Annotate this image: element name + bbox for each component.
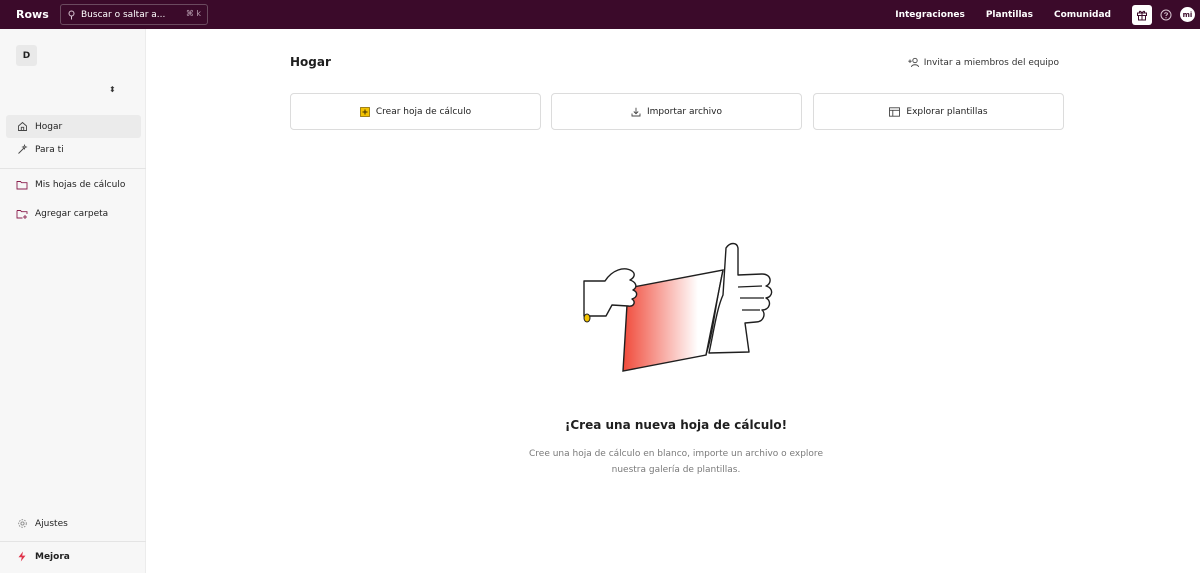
sidebar: D ⬍ Hogar Para ti Mis hojas de cálculo A…: [0, 29, 146, 573]
nav-link-templates[interactable]: Plantillas: [986, 10, 1033, 20]
sidebar-item-add-folder[interactable]: Agregar carpeta: [6, 202, 141, 225]
sidebar-item-label: Agregar carpeta: [35, 208, 109, 219]
top-bar: Rows Buscar o saltar a... ⌘ k Integracio…: [0, 0, 1200, 29]
template-icon: [889, 106, 901, 117]
magic-wand-icon: [12, 144, 32, 155]
upgrade-button[interactable]: Mejora: [6, 545, 141, 568]
empty-state-illustration: [583, 242, 773, 372]
action-label: Crear hoja de cálculo: [375, 106, 472, 117]
sidebar-item-label: Para ti: [35, 144, 64, 155]
nav-link-community[interactable]: Comunidad: [1054, 10, 1111, 20]
sidebar-item-home[interactable]: Hogar: [6, 115, 141, 138]
folder-icon: [12, 180, 32, 190]
sidebar-item-settings[interactable]: Ajustes: [6, 512, 141, 535]
search-shortcut: ⌘ k: [185, 9, 201, 18]
sidebar-item-label: Mis hojas de cálculo: [35, 179, 126, 190]
invite-members-button[interactable]: Invitar a miembros del equipo: [908, 57, 1059, 68]
sidebar-item-for-you[interactable]: Para ti: [6, 138, 141, 161]
top-nav: Integraciones Plantillas Comunidad mi: [895, 0, 1200, 29]
user-plus-icon: [908, 57, 920, 68]
download-icon: [631, 107, 641, 117]
folder-plus-icon: [12, 209, 32, 219]
invite-label: Invitar a miembros del equipo: [923, 57, 1059, 68]
sidebar-divider: [0, 541, 146, 542]
search-icon: [68, 10, 75, 20]
workspace-switcher-icon[interactable]: ⬍: [109, 85, 116, 94]
upgrade-label: Mejora: [35, 551, 70, 562]
help-icon[interactable]: [1158, 7, 1174, 23]
nav-link-integrations[interactable]: Integraciones: [895, 10, 965, 20]
action-label: Importar archivo: [647, 106, 722, 117]
explore-templates-button[interactable]: Explorar plantillas: [813, 93, 1064, 130]
sidebar-item-my-spreadsheets[interactable]: Mis hojas de cálculo: [6, 173, 141, 196]
import-file-button[interactable]: Importar archivo: [551, 93, 802, 130]
page-title: Hogar: [290, 55, 331, 69]
action-label: Explorar plantillas: [906, 106, 988, 117]
empty-state-description: Cree una hoja de cálculo en blanco, impo…: [529, 449, 823, 475]
empty-state-title: ¡Crea una nueva hoja de cálculo!: [564, 418, 788, 432]
spreadsheet-plus-icon: [359, 106, 370, 117]
search-box[interactable]: Buscar o saltar a... ⌘ k: [60, 4, 208, 25]
sidebar-item-label: Hogar: [35, 121, 63, 132]
app-logo[interactable]: Rows: [16, 8, 60, 21]
home-icon: [12, 121, 32, 132]
user-avatar[interactable]: mi: [1180, 7, 1195, 22]
lightning-icon: [12, 551, 32, 562]
sidebar-item-label: Ajustes: [35, 518, 68, 529]
workspace-avatar[interactable]: D: [16, 45, 37, 66]
gear-icon: [12, 518, 32, 529]
search-placeholder: Buscar o saltar a...: [81, 9, 166, 20]
gift-icon[interactable]: [1132, 4, 1152, 25]
sidebar-divider: [0, 168, 146, 169]
create-spreadsheet-button[interactable]: Crear hoja de cálculo: [290, 93, 541, 130]
